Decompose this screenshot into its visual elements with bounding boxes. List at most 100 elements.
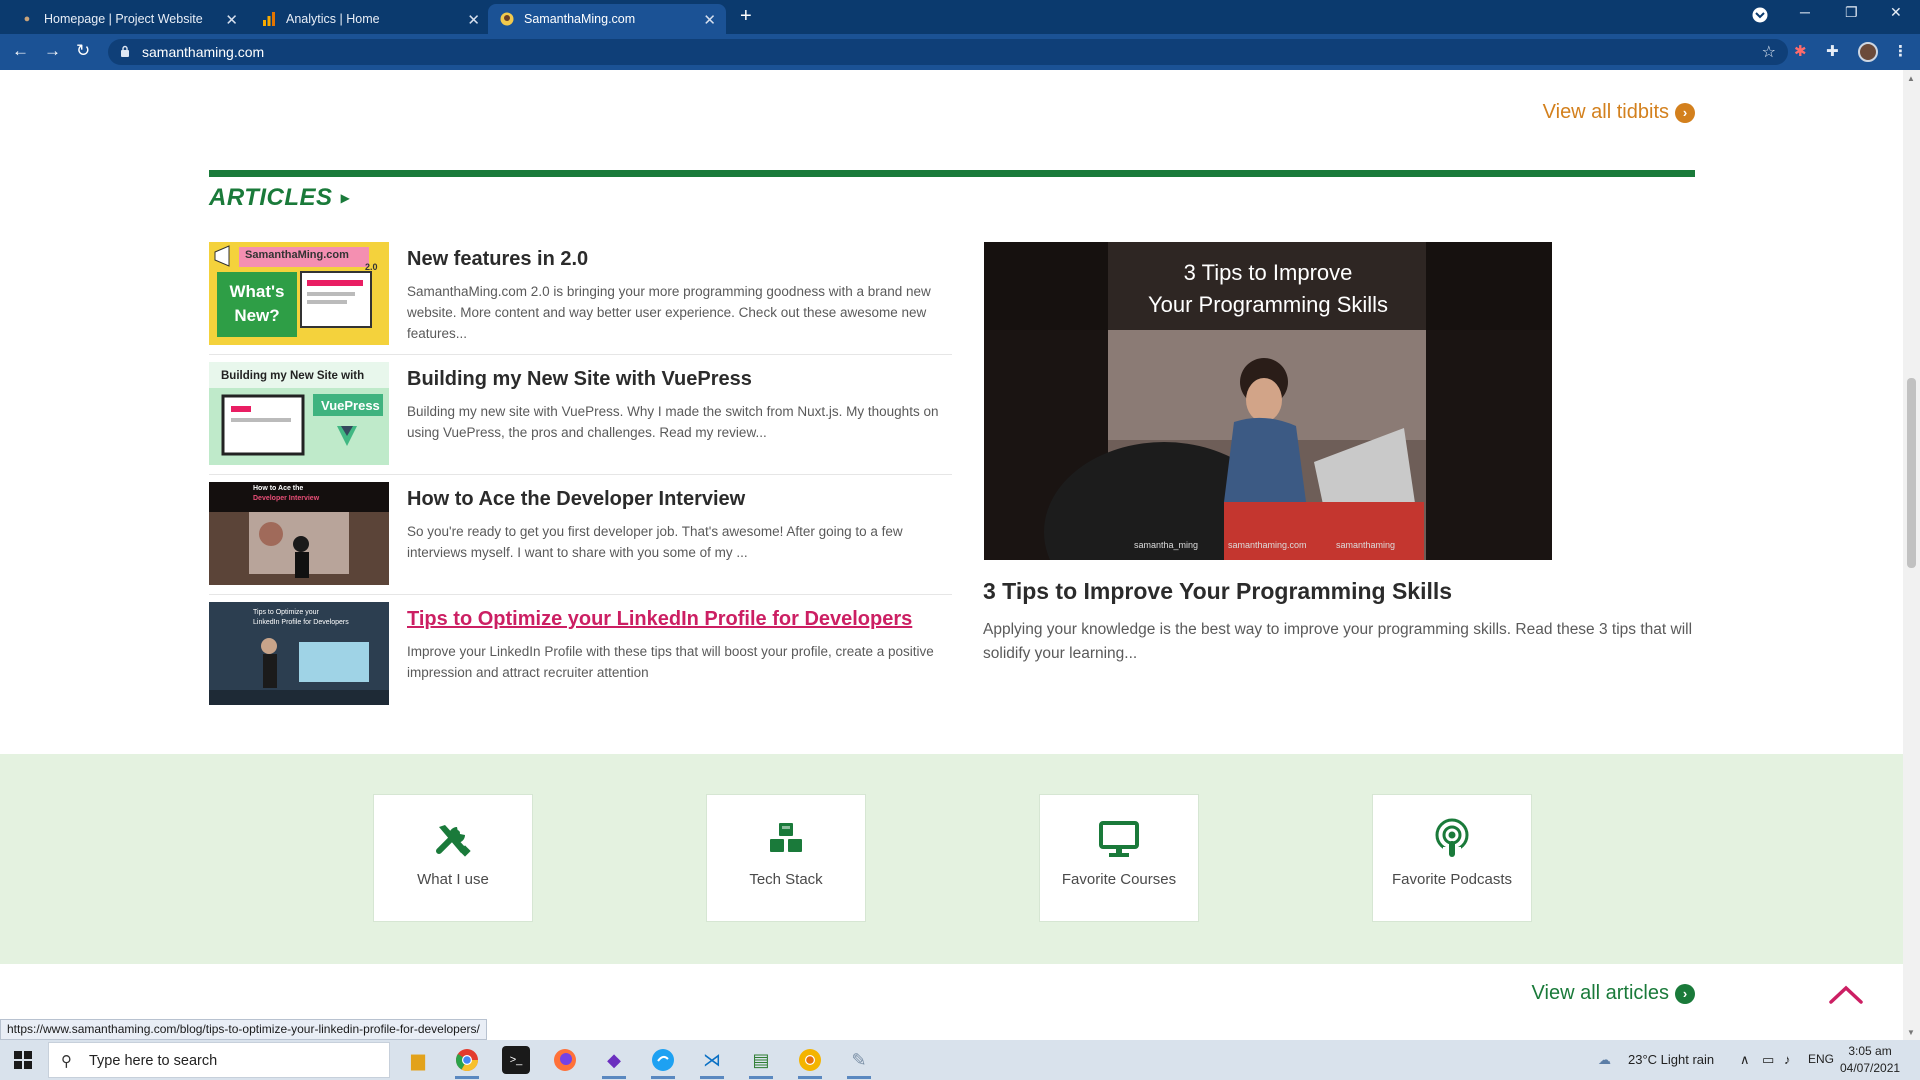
tab-title: Homepage | Project Website <box>44 12 203 26</box>
tab-analytics[interactable]: Analytics | Home ✕ <box>250 4 490 34</box>
chrome-icon[interactable] <box>453 1046 481 1079</box>
articles-heading: ARTICLES <box>209 184 333 211</box>
article-list-item[interactable]: Tips to Optimize your LinkedIn Profile f… <box>209 602 952 722</box>
browser-menu-icon[interactable]: ⋮ <box>1893 42 1908 60</box>
terminal-icon[interactable]: >_ <box>502 1046 530 1074</box>
article-title[interactable]: Building my New Site with VuePress <box>407 368 752 391</box>
article-thumbnail[interactable]: SamanthaMing.com What's New? 2.0 <box>209 242 389 345</box>
thumbnail-text: 2.0 <box>365 262 378 272</box>
back-to-top-chevron-up-icon[interactable] <box>1828 982 1864 1006</box>
extensions-puzzle-icon[interactable]: ✚ <box>1826 42 1839 60</box>
resource-card-favorite-courses[interactable]: Favorite Courses <box>1039 794 1199 922</box>
close-tab-icon[interactable]: ✕ <box>225 11 238 29</box>
minimize-icon[interactable]: ─ <box>1800 4 1810 20</box>
article-description: So you're ready to get you first develop… <box>407 524 903 560</box>
messaging-app-icon[interactable] <box>649 1046 677 1079</box>
resource-label: What I use <box>417 871 489 888</box>
view-all-articles-label: View all articles <box>1531 982 1669 1004</box>
view-all-tidbits-label: View all tidbits <box>1542 101 1669 123</box>
article-title[interactable]: New features in 2.0 <box>407 248 588 271</box>
scroll-down-icon[interactable]: ▼ <box>1907 1028 1915 1037</box>
chevron-right-circle-icon: › <box>1675 983 1695 1004</box>
language-indicator[interactable]: ENG <box>1808 1052 1834 1066</box>
article-list-item[interactable]: SamanthaMing.com What's New? 2.0 New fea… <box>209 242 952 362</box>
featured-article-title[interactable]: 3 Tips to Improve Your Programming Skill… <box>983 578 1452 605</box>
featured-image-caption: 3 Tips to Improve <box>1183 260 1353 285</box>
section-divider <box>209 170 1695 177</box>
featured-article-description: Applying your knowledge is the best way … <box>983 621 1693 662</box>
tools-icon <box>436 825 471 857</box>
spreadsheet-app-icon[interactable]: ▤ <box>747 1046 775 1079</box>
articles-heading-link[interactable]: ARTICLES ▶ <box>209 184 350 212</box>
link-status-url: https://www.samanthaming.com/blog/tips-t… <box>0 1019 487 1040</box>
article-description: Improve your LinkedIn Profile with these… <box>407 644 934 680</box>
featured-article-image[interactable]: 3 Tips to Improve Your Programming Skill… <box>984 242 1552 560</box>
article-title[interactable]: Tips to Optimize your LinkedIn Profile f… <box>407 608 912 631</box>
divider <box>209 354 952 355</box>
scrollbar-thumb[interactable] <box>1907 378 1916 568</box>
resource-card-tech-stack[interactable]: Tech Stack <box>706 794 866 922</box>
scroll-up-icon[interactable]: ▲ <box>1907 74 1915 83</box>
vscode-icon[interactable]: ⋊ <box>698 1046 726 1079</box>
thumbnail-text: What's New? <box>229 282 285 325</box>
clock-time: 3:05 am <box>1848 1044 1892 1058</box>
featured-image-footer: samantha_ming <box>1134 540 1199 550</box>
close-tab-icon[interactable]: ✕ <box>703 11 716 29</box>
weather-text[interactable]: 23°C Light rain <box>1628 1052 1714 1067</box>
visual-studio-icon[interactable]: ◆ <box>600 1046 628 1079</box>
lock-icon <box>121 45 129 57</box>
view-all-tidbits-link[interactable]: View all tidbits › <box>1543 101 1695 124</box>
thumbnail-text: SamanthaMing.com <box>245 249 349 261</box>
active-app-indicator <box>602 1076 626 1079</box>
tab-homepage[interactable]: ● Homepage | Project Website ✕ <box>8 4 248 34</box>
article-list-item[interactable]: How to Ace the Developer Interview How t… <box>209 482 952 602</box>
file-explorer-icon[interactable]: ▆ <box>404 1046 432 1074</box>
article-description: SamanthaMing.com 2.0 is bringing your mo… <box>407 284 931 341</box>
restore-icon[interactable]: ❐ <box>1845 4 1858 21</box>
caret-right-icon: ▶ <box>340 191 351 205</box>
resource-label: Tech Stack <box>749 871 823 888</box>
featured-image-footer: samanthaming <box>1336 540 1396 550</box>
analytics-favicon-icon <box>262 12 276 26</box>
article-thumbnail[interactable]: Tips to Optimize your LinkedIn Profile f… <box>209 602 389 705</box>
paint-app-icon[interactable]: ✎ <box>845 1046 873 1079</box>
featured-image-footer: samanthaming.com <box>1228 540 1307 550</box>
profile-menu-icon[interactable] <box>1752 7 1768 26</box>
clock[interactable]: 3:05 am 04/07/2021 <box>1840 1043 1900 1077</box>
firefox-icon[interactable] <box>551 1046 579 1074</box>
forward-icon[interactable]: → <box>44 41 61 61</box>
bookmark-star-icon[interactable]: ☆ <box>1762 42 1776 62</box>
taskbar: ⚲ Type here to search ▆ >_ ◆ ⋊ ▤ ✎ ☁ 23°… <box>0 1040 1920 1080</box>
address-bar[interactable]: samanthaming.com ☆ <box>108 39 1788 65</box>
article-list-item[interactable]: Building my New Site with VuePress Build… <box>209 362 952 482</box>
avatar[interactable] <box>1858 42 1878 62</box>
volume-icon[interactable]: ♪ <box>1784 1052 1791 1067</box>
page-scrollbar[interactable]: ▲ ▼ <box>1903 70 1920 1040</box>
chevron-up-icon[interactable]: ∧ <box>1740 1052 1750 1068</box>
article-title[interactable]: How to Ace the Developer Interview <box>407 488 745 511</box>
resource-card-what-i-use[interactable]: What I use <box>373 794 533 922</box>
thumbnail-text: VuePress <box>321 398 380 413</box>
desktop-icon <box>1099 821 1139 857</box>
network-icon[interactable]: ▭ <box>1762 1052 1774 1068</box>
close-tab-icon[interactable]: ✕ <box>467 11 480 29</box>
article-thumbnail[interactable]: How to Ace the Developer Interview <box>209 482 389 585</box>
tab-title: Analytics | Home <box>286 12 380 26</box>
address-toolbar: ← → ↻ samanthaming.com ☆ ✱ ✚ ⋮ <box>0 34 1920 70</box>
taskbar-search-input[interactable]: ⚲ Type here to search <box>48 1042 390 1078</box>
back-icon[interactable]: ← <box>12 41 29 61</box>
windows-start-icon[interactable] <box>14 1051 32 1069</box>
view-all-articles-link[interactable]: View all articles › <box>1532 982 1695 1005</box>
weather-icon[interactable]: ☁ <box>1598 1052 1611 1068</box>
tab-samanthaming[interactable]: SamanthaMing.com ✕ <box>488 4 726 34</box>
close-window-icon[interactable]: ✕ <box>1890 4 1902 21</box>
resource-card-favorite-podcasts[interactable]: Favorite Podcasts <box>1372 794 1532 922</box>
new-tab-button[interactable]: + <box>740 6 752 26</box>
extension-icon[interactable]: ✱ <box>1794 42 1807 60</box>
article-thumbnail[interactable]: Building my New Site with VuePress <box>209 362 389 465</box>
chrome-canary-icon[interactable] <box>796 1046 824 1079</box>
cubes-icon <box>770 823 802 852</box>
page-content: View all tidbits › ARTICLES ▶ SamanthaMi… <box>0 70 1903 1040</box>
reload-icon[interactable]: ↻ <box>76 41 90 61</box>
divider <box>209 594 952 595</box>
